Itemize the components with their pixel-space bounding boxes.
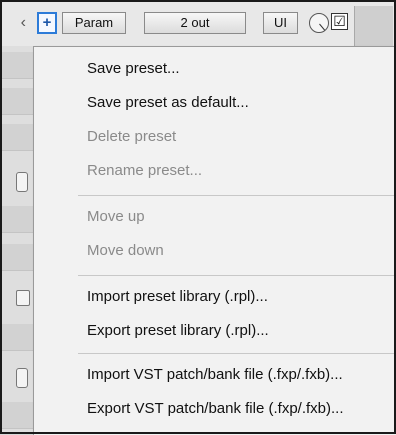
io-routing-button[interactable]: 2 out <box>144 12 246 34</box>
preset-context-menu: Save preset... Save preset as default...… <box>33 46 396 435</box>
menu-item-import-vst-patch[interactable]: Import VST patch/bank file (.fxp/.fxb)..… <box>34 361 396 389</box>
preset-menu-button[interactable]: + <box>37 12 57 34</box>
menu-item-rename-preset[interactable]: Rename preset... <box>34 157 396 185</box>
param-slot <box>0 324 33 351</box>
enable-checkbox[interactable]: ☑ <box>331 13 348 30</box>
plugin-toolbar: ‹ + Param 2 out UI ☑ <box>0 0 396 47</box>
menu-separator <box>78 353 396 354</box>
menu-item-import-preset-library[interactable]: Import preset library (.rpl)... <box>34 283 396 311</box>
check-icon: ☑ <box>333 13 346 29</box>
param-slot <box>0 52 33 79</box>
menu-item-export-preset-library[interactable]: Export preset library (.rpl)... <box>34 317 396 345</box>
background-parameter-strip <box>0 46 33 434</box>
menu-item-save-preset[interactable]: Save preset... <box>34 55 396 83</box>
param-slot <box>0 402 33 429</box>
menu-item-export-vst-patch[interactable]: Export VST patch/bank file (.fxp/.fxb)..… <box>34 395 396 423</box>
chevron-left-icon[interactable]: ‹ <box>0 12 26 34</box>
param-slot <box>0 206 33 233</box>
slider-handle[interactable] <box>16 290 30 306</box>
menu-item-delete-preset[interactable]: Delete preset <box>34 123 396 151</box>
menu-item-move-up[interactable]: Move up <box>34 203 396 231</box>
window-edge-panel <box>354 6 393 46</box>
param-slot <box>0 244 33 271</box>
param-slot <box>0 124 33 151</box>
ui-toggle-button[interactable]: UI <box>263 12 298 34</box>
slider-handle[interactable] <box>16 368 28 388</box>
wet-knob-icon[interactable] <box>309 13 329 33</box>
param-slot <box>0 88 33 115</box>
menu-item-save-preset-default[interactable]: Save preset as default... <box>34 89 396 117</box>
menu-item-move-down[interactable]: Move down <box>34 237 396 265</box>
menu-separator <box>78 275 396 276</box>
slider-handle[interactable] <box>16 172 28 192</box>
param-button[interactable]: Param <box>62 12 126 34</box>
menu-separator <box>78 195 396 196</box>
